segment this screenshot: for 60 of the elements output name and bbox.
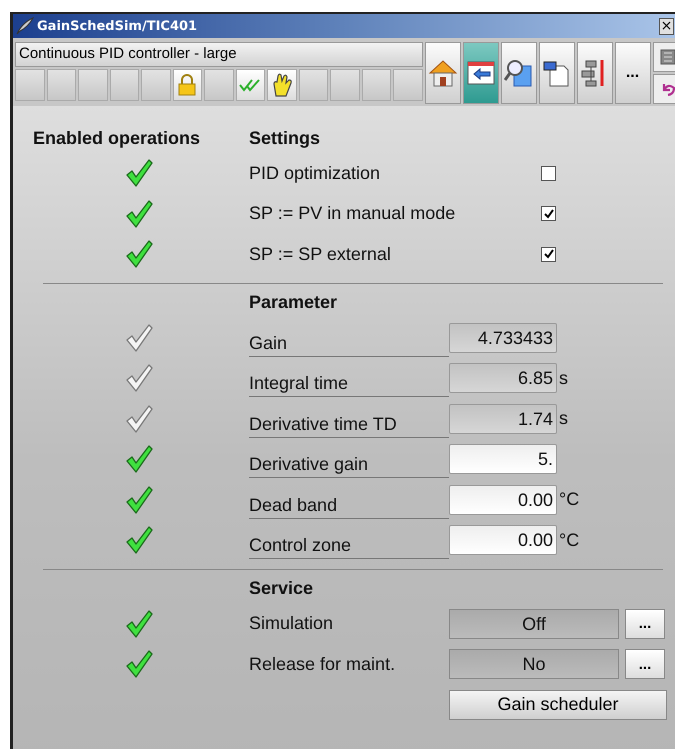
house-icon xyxy=(428,58,458,88)
toolbar-button[interactable]: ... xyxy=(614,42,650,104)
toolbar-button[interactable] xyxy=(500,42,536,104)
parameter-label: Derivative gain xyxy=(249,454,449,478)
status-slot xyxy=(330,69,360,101)
status-slot xyxy=(204,69,234,101)
parameter-label: Gain xyxy=(249,332,449,357)
parameter-label: Dead band xyxy=(249,494,449,519)
section-heading: Service xyxy=(249,578,314,599)
status-slot xyxy=(141,69,170,101)
status-slot xyxy=(15,69,44,101)
status-field: Off xyxy=(449,608,619,639)
status-field: No xyxy=(449,649,619,680)
checkbox[interactable] xyxy=(541,206,556,222)
section-heading: Settings xyxy=(249,128,320,148)
unit-label: s xyxy=(559,408,568,430)
status-slot xyxy=(110,69,139,101)
status-slot xyxy=(298,69,328,101)
feather-icon xyxy=(16,17,34,35)
value-field[interactable]: 0.00 xyxy=(449,525,557,556)
value-field: 6.85 xyxy=(449,363,557,394)
column-heading: Enabled operations xyxy=(33,128,202,148)
faceplate-title: Continuous PID controller - large xyxy=(15,42,422,67)
parameter-label: Derivative time TD xyxy=(249,414,449,438)
service-label: Simulation xyxy=(249,613,334,634)
unit-label: s xyxy=(559,368,568,389)
value-field[interactable]: 0.00 xyxy=(449,484,557,515)
value-field: 4.733433 xyxy=(449,322,557,353)
toolbar-button[interactable] xyxy=(538,42,574,104)
side-button[interactable] xyxy=(652,74,675,104)
toolbar-button[interactable] xyxy=(462,42,498,104)
status-slot xyxy=(362,69,391,101)
close-button[interactable]: × xyxy=(659,18,674,34)
section-heading: Parameter xyxy=(249,292,338,313)
panel-icon xyxy=(660,49,675,65)
service-label: Release for maint. xyxy=(249,654,396,675)
toolbar-button[interactable] xyxy=(424,42,460,104)
setting-label: SP := SP external xyxy=(249,244,392,265)
unit-label: °C xyxy=(559,489,580,510)
side-button[interactable] xyxy=(652,42,675,72)
status-slot xyxy=(46,69,76,101)
parameter-label: Integral time xyxy=(249,373,449,398)
status-slot xyxy=(78,69,108,101)
more-button[interactable]: ... xyxy=(625,649,665,680)
value-field: 1.74 xyxy=(449,404,557,434)
toolbar-button[interactable] xyxy=(576,42,612,104)
gain-scheduler-button[interactable]: Gain scheduler xyxy=(449,690,667,720)
value-field[interactable]: 5. xyxy=(449,444,557,474)
more-button[interactable]: ... xyxy=(625,608,665,639)
unit-label: °C xyxy=(559,530,580,551)
parameter-label: Control zone xyxy=(249,535,449,560)
double-check-icon xyxy=(239,78,262,92)
status-slot xyxy=(393,69,422,101)
magnifier-icon xyxy=(504,58,534,88)
padlock-icon xyxy=(178,74,196,96)
setting-label: SP := PV in manual mode xyxy=(249,203,456,224)
window-title: GainSchedSim/TIC401 xyxy=(37,18,198,34)
checkbox[interactable] xyxy=(541,166,556,181)
checkbox[interactable] xyxy=(541,246,556,262)
setting-label: PID optimization xyxy=(249,162,382,184)
